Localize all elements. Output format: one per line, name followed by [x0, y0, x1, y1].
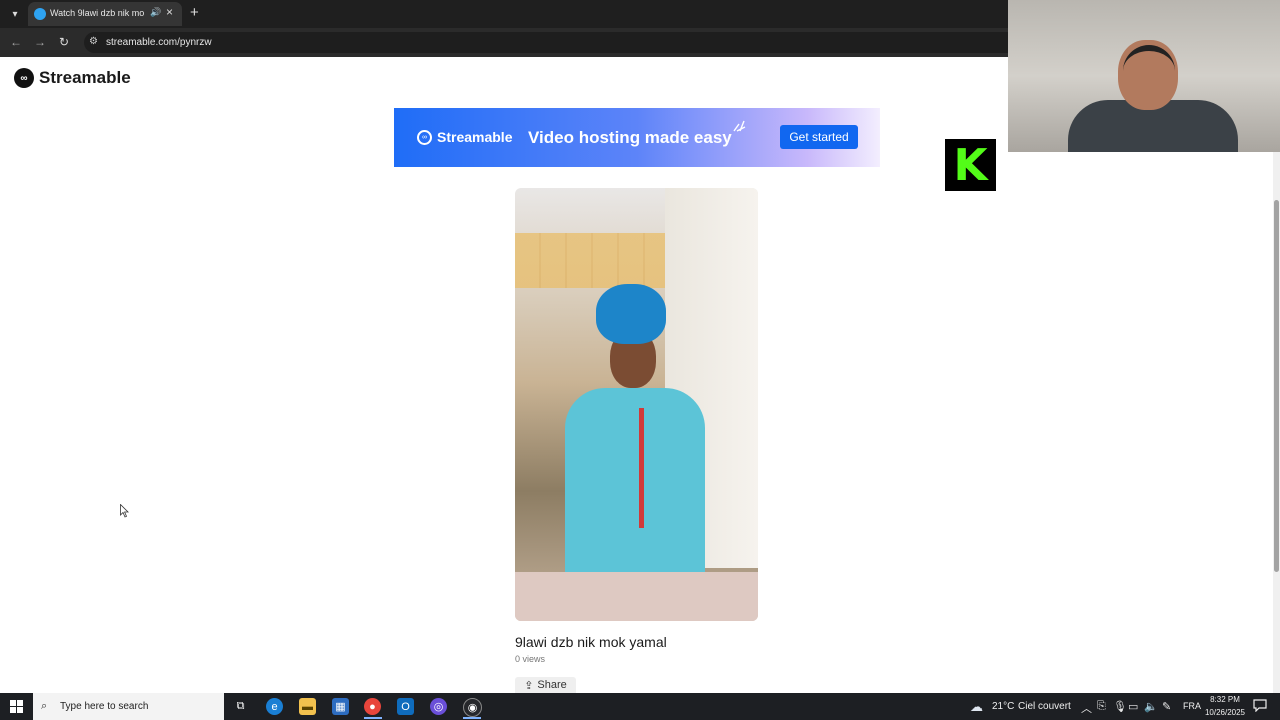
- browser-tab[interactable]: Watch 9lawi dzb nik mok yamal 🔊 ×: [28, 2, 182, 26]
- tab-list-button[interactable]: ▾: [6, 5, 24, 23]
- video-frame-detail: [596, 284, 666, 344]
- search-icon: ⌕: [41, 700, 48, 712]
- weather-temperature[interactable]: 21°C: [992, 701, 1014, 712]
- url-text[interactable]: streamable.com/pynrzw: [106, 37, 212, 48]
- weather-description[interactable]: Ciel couvert: [1018, 701, 1071, 712]
- input-language[interactable]: FRA: [1183, 701, 1201, 711]
- sparkle-icon: [733, 120, 746, 132]
- active-app-indicator: [364, 717, 382, 719]
- view-count: 0 views: [515, 654, 546, 664]
- pen-icon[interactable]: ✎: [1162, 700, 1171, 713]
- edge-icon[interactable]: e: [266, 698, 283, 715]
- close-icon[interactable]: ×: [166, 5, 173, 19]
- forward-icon[interactable]: →: [32, 34, 48, 50]
- video-title: 9lawi dzb nik mok yamal: [515, 634, 667, 650]
- site-info-icon[interactable]: ⚙: [89, 36, 98, 47]
- windows-taskbar: ⌕ Type here to search ⧉ e ▬ ▦ ● O ◎ ◉ ☁ …: [0, 693, 1280, 720]
- windows-start-icon[interactable]: [10, 700, 23, 713]
- video-frame-detail: [515, 572, 758, 621]
- notification-icon[interactable]: [1253, 699, 1267, 712]
- webcam-overlay: [1008, 0, 1280, 152]
- taskbar-search[interactable]: ⌕ Type here to search: [33, 693, 224, 720]
- file-explorer-icon[interactable]: ▬: [299, 698, 316, 715]
- banner-brand: Streamable: [437, 129, 513, 145]
- new-tab-button[interactable]: +: [190, 5, 199, 21]
- share-label: Share: [537, 679, 567, 691]
- get-started-button[interactable]: Get started: [780, 125, 858, 149]
- ad-banner[interactable]: ∞ Streamable Video hosting made easy Get…: [394, 108, 880, 167]
- obs-icon[interactable]: ◉: [463, 698, 482, 717]
- clock-time[interactable]: 8:32 PM: [1204, 695, 1246, 704]
- volume-icon[interactable]: 🔈: [1144, 700, 1158, 713]
- speaker-icon[interactable]: 🔊: [150, 7, 161, 18]
- streamable-logo-icon: ∞: [417, 129, 432, 145]
- active-app-indicator: [463, 717, 481, 719]
- meet-now-icon[interactable]: ⎘: [1097, 700, 1106, 713]
- streamable-logo[interactable]: ∞ Streamable: [14, 68, 131, 88]
- scrollbar-thumb[interactable]: [1274, 200, 1279, 572]
- kick-logo: K: [945, 139, 996, 191]
- chevron-up-icon[interactable]: ︿: [1081, 700, 1092, 716]
- video-player[interactable]: [515, 188, 758, 621]
- address-bar[interactable]: ⚙ streamable.com/pynrzw: [84, 32, 1008, 53]
- store-icon[interactable]: ▦: [332, 698, 349, 715]
- kick-logo-letter: K: [953, 139, 988, 191]
- clock-date[interactable]: 10/26/2025: [1204, 708, 1246, 717]
- video-frame-detail: [515, 233, 665, 288]
- streamable-favicon-icon: [34, 8, 46, 20]
- reload-icon[interactable]: ↻: [56, 34, 72, 50]
- cloud-icon[interactable]: ☁: [970, 699, 983, 715]
- share-button[interactable]: ⇪ Share: [515, 677, 576, 693]
- share-icon: ⇪: [524, 679, 534, 692]
- video-frame-detail: [639, 408, 644, 528]
- banner-logo: ∞ Streamable: [417, 129, 512, 145]
- page-content: ∞ Streamable ∞ Streamable Video hosting …: [0, 57, 1273, 693]
- outlook-icon[interactable]: O: [397, 698, 414, 715]
- mouse-cursor-icon: [120, 504, 129, 518]
- microphone-icon[interactable]: 🎙: [1113, 700, 1127, 713]
- network-icon[interactable]: ▭: [1128, 700, 1138, 713]
- video-frame-detail: [565, 388, 705, 578]
- task-view-icon[interactable]: ⧉: [232, 698, 249, 715]
- logo-text: Streamable: [39, 68, 131, 87]
- chrome-icon[interactable]: ●: [364, 698, 381, 715]
- back-icon[interactable]: ←: [8, 34, 24, 50]
- app-icon[interactable]: ◎: [430, 698, 447, 715]
- streamable-logo-icon: ∞: [14, 68, 34, 88]
- search-placeholder: Type here to search: [60, 701, 149, 712]
- banner-tagline: Video hosting made easy: [528, 128, 732, 147]
- tab-title: Watch 9lawi dzb nik mok yamal: [50, 8, 144, 18]
